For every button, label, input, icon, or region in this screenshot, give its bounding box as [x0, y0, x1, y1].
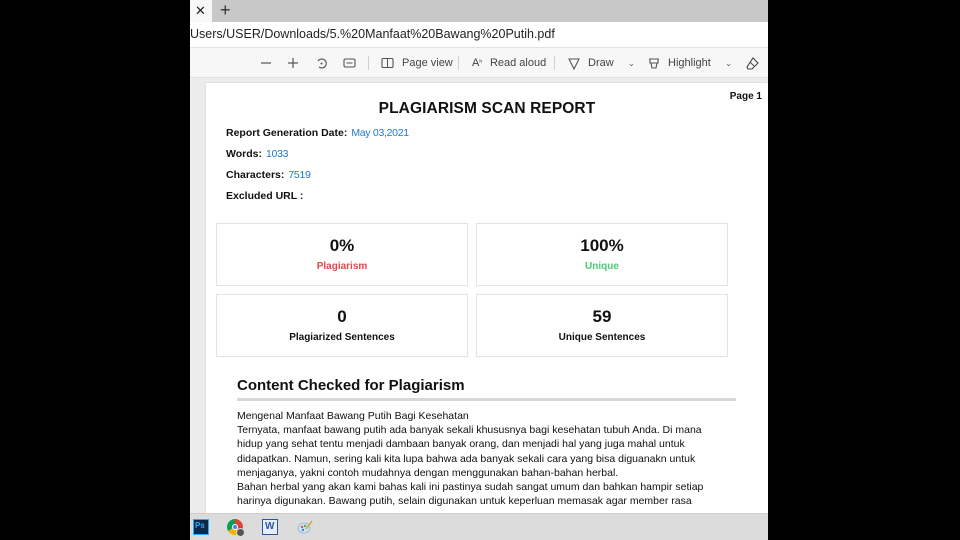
content-line: Mengenal Manfaat Bawang Putih Bagi Keseh…: [237, 410, 469, 422]
plagiarized-sentences-label: Plagiarized Sentences: [289, 332, 395, 343]
word-label: W: [265, 521, 275, 532]
read-aloud-label: Read aloud: [489, 57, 547, 69]
plagiarism-percent-box: 0% Plagiarism: [216, 223, 468, 286]
excluded-url-row: Excluded URL :: [226, 190, 303, 202]
close-icon[interactable]: ✕: [195, 2, 206, 20]
content-line: Ternyata, manfaat bawang putih ada banya…: [237, 424, 702, 437]
unique-sentences-label: Unique Sentences: [558, 332, 646, 343]
address-url[interactable]: Users/USER/Downloads/5.%20Manfaat%20Bawa…: [190, 27, 555, 41]
photoshop-label: Ps: [195, 521, 205, 530]
words-value: 1033: [265, 148, 289, 160]
pdf-toolbar: Page view Aᴺ Read aloud Draw ⌄ Highlight…: [190, 48, 768, 78]
characters-row: Characters: 7519: [226, 169, 311, 181]
erase-button[interactable]: [746, 48, 759, 78]
content-line: didapatkan. Namun, sering kali kita lupa…: [237, 452, 696, 465]
read-aloud-button[interactable]: Aᴺ Read aloud: [472, 48, 546, 78]
unique-percent-value: 100%: [580, 236, 624, 255]
pdf-page: Page 1 PLAGIARISM SCAN REPORT Report Gen…: [206, 83, 768, 513]
unique-sentences-box: 59 Unique Sentences: [476, 294, 728, 357]
new-tab-button[interactable]: +: [220, 0, 231, 20]
minus-icon: [260, 57, 272, 69]
rotate-button[interactable]: [315, 48, 328, 78]
eraser-icon: [746, 56, 759, 70]
plagiarized-sentences-box: 0 Plagiarized Sentences: [216, 294, 468, 357]
highlight-label: Highlight: [668, 57, 711, 69]
address-bar[interactable]: Users/USER/Downloads/5.%20Manfaat%20Bawa…: [190, 22, 768, 48]
highlighter-icon: [648, 57, 660, 70]
content-section-title: Content Checked for Plagiarism: [237, 377, 465, 394]
plagiarism-percent-label: Plagiarism: [316, 261, 368, 272]
characters-value: 7519: [288, 169, 311, 181]
zoom-in-button[interactable]: [287, 48, 299, 78]
zoom-out-button[interactable]: [260, 48, 272, 78]
excluded-url-label: Excluded URL :: [226, 190, 304, 202]
unique-sentences-value: 59: [592, 307, 612, 326]
page-view-icon: [381, 57, 394, 69]
content-line: hidup yang sehat tentu menjadi dambaan b…: [237, 438, 685, 451]
profile-avatar: [236, 528, 245, 537]
toolbar-divider: [368, 56, 369, 70]
taskbar: Ps W: [190, 513, 768, 540]
characters-label: Characters:: [226, 169, 285, 181]
browser-window: ✕ + Users/USER/Downloads/5.%20Manfaat%20…: [190, 0, 768, 540]
checked-content: Mengenal Manfaat Bawang Putih Bagi Keseh…: [237, 409, 737, 508]
content-line: menjaganya, yakni contoh mudahnya dengan…: [237, 466, 619, 479]
words-label: Words:: [226, 148, 262, 160]
word-icon[interactable]: W: [262, 519, 278, 535]
toolbar-divider: [554, 56, 555, 70]
chrome-icon[interactable]: [227, 519, 245, 537]
photoshop-icon[interactable]: Ps: [193, 519, 209, 535]
plagiarism-percent-value: 0%: [329, 236, 355, 255]
section-divider: [237, 398, 736, 401]
draw-label: Draw: [588, 57, 614, 69]
report-title: PLAGIARISM SCAN REPORT: [378, 100, 596, 117]
pdf-viewport[interactable]: Page 1 PLAGIARISM SCAN REPORT Report Gen…: [190, 79, 768, 513]
paint-icon[interactable]: [297, 519, 313, 535]
draw-pen-icon: [568, 57, 580, 70]
chevron-down-icon[interactable]: ⌄: [628, 58, 636, 69]
rotate-icon: [315, 57, 328, 70]
fit-to-width-icon: [343, 57, 356, 69]
page-view-button[interactable]: Page view: [381, 48, 453, 78]
unique-percent-label: Unique: [585, 261, 619, 272]
report-date-row: Report Generation Date: May 03,2021: [226, 127, 409, 139]
unique-percent-box: 100% Unique: [476, 223, 728, 286]
fit-to-page-button[interactable]: [343, 48, 356, 78]
plagiarized-sentences-value: 0: [337, 307, 347, 326]
tab-strip: ✕ +: [190, 0, 768, 22]
content-line: harinya digunakan. Bawang putih, selain …: [237, 495, 692, 508]
content-line: Bahan herbal yang akan kami bahas kali i…: [237, 481, 704, 494]
chevron-down-icon[interactable]: ⌄: [725, 58, 733, 69]
words-row: Words: 1033: [226, 148, 288, 160]
read-aloud-icon: Aᴺ: [472, 57, 482, 69]
draw-button[interactable]: Draw ⌄: [568, 48, 635, 78]
toolbar-divider: [458, 56, 459, 70]
report-date-value: May 03,2021: [351, 127, 409, 139]
plus-icon: [287, 57, 299, 69]
highlight-button[interactable]: Highlight ⌄: [648, 48, 732, 78]
report-date-label: Report Generation Date:: [226, 127, 348, 139]
page-view-label: Page view: [402, 57, 453, 69]
browser-tab[interactable]: ✕: [190, 0, 212, 22]
